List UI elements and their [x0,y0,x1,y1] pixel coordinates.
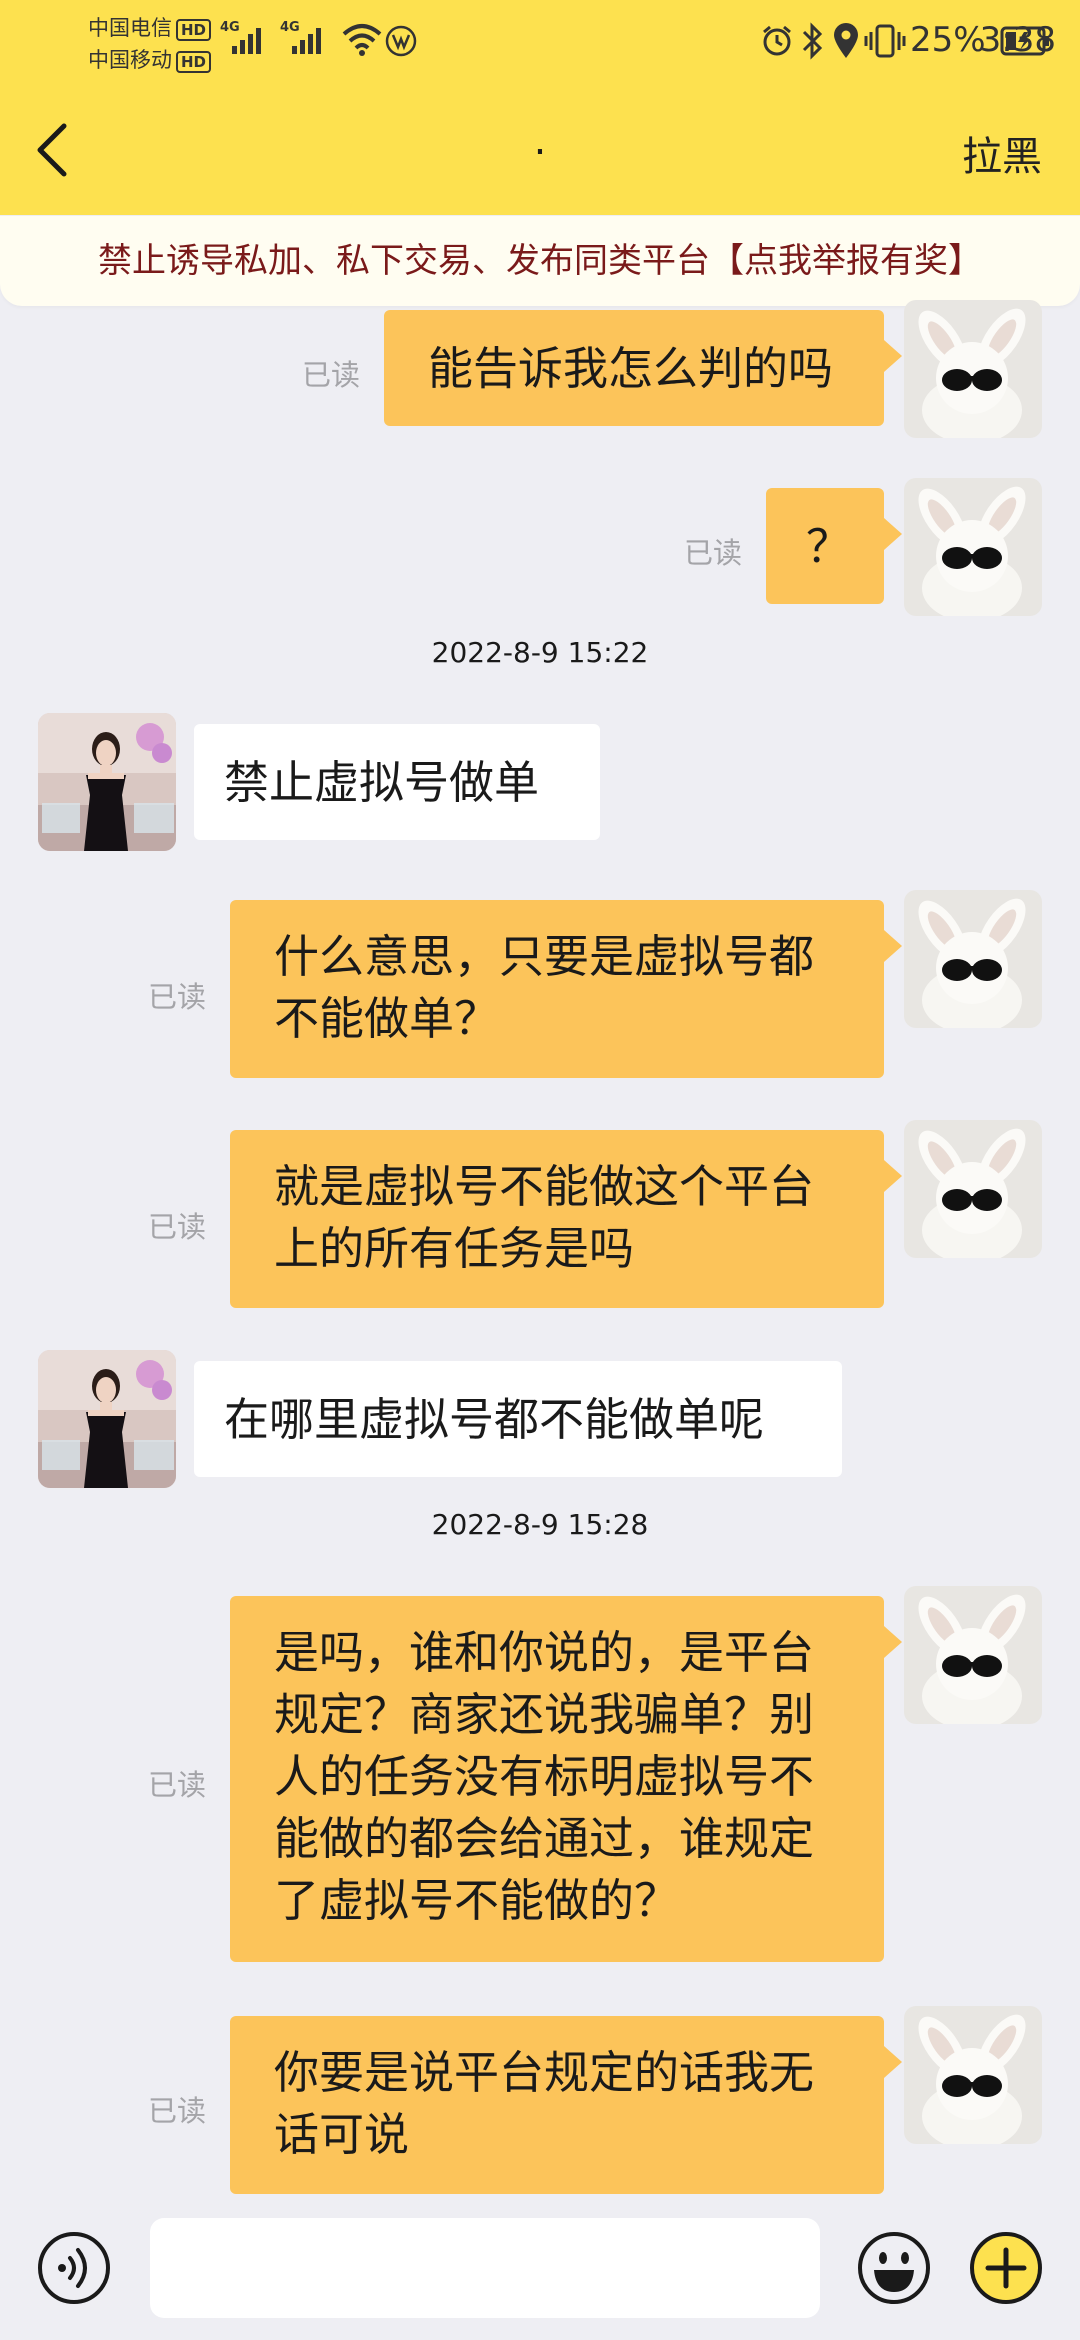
plus-icon [970,2232,1042,2304]
alarm-icon [763,25,791,56]
nav-bar: . 拉黑 [0,100,1080,200]
emoji-button[interactable] [856,2230,932,2306]
location-icon [834,23,858,58]
page-title: . [533,118,547,164]
message-bubble-sent[interactable]: 什么意思，只要是虚拟号都 不能做单？ [230,900,902,1078]
wifi-icon [342,24,382,56]
signal-1-icon: 4G [220,20,270,60]
battery-percent: 25% [910,20,986,60]
timestamp: 2022-8-9 15:28 [431,1508,649,1541]
clock: 3:38 [979,20,1056,60]
read-status: 已读 [148,980,207,1014]
input-bar [0,2200,1080,2340]
message-bubble-received[interactable]: 禁止虚拟号做单 [194,724,600,840]
message-bubble-sent[interactable]: ？ [766,488,902,604]
message-bubble-sent[interactable]: 是吗，谁和你说的，是平台 规定？商家还说我骗单？别 人的任务没有标明虚拟号不 能… [230,1596,902,1962]
contact-avatar[interactable] [38,1350,176,1488]
emoji-icon [858,2232,930,2304]
read-status: 已读 [148,2094,207,2128]
bluetooth-icon [802,22,823,60]
block-button[interactable]: 拉黑 [962,124,1042,182]
read-status: 已读 [302,358,361,392]
read-status: 已读 [148,1768,207,1802]
my-avatar[interactable] [904,890,1042,1028]
signal-2-icon: 4G [280,20,330,60]
read-status: 已读 [148,1210,207,1244]
contact-avatar[interactable] [38,713,176,851]
voice-button[interactable] [36,2230,112,2306]
carrier-1: 中国电信 HD [88,12,212,42]
hotspot-icon [385,25,417,57]
status-bar: 中国电信 HD 中国移动 HD 4G 4G 25% 3:38 [0,0,1080,84]
my-avatar[interactable] [904,478,1042,616]
my-avatar[interactable] [904,1586,1042,1724]
read-status: 已读 [684,536,743,570]
report-notice[interactable]: 禁止诱导私加、私下交易、发布同类平台【点我举报有奖】 [0,216,1080,306]
header: 中国电信 HD 中国移动 HD 4G 4G 25% 3:38 . 拉黑 [0,0,1080,215]
message-input[interactable] [150,2218,820,2318]
my-avatar[interactable] [904,1120,1042,1258]
carrier-2: 中国移动 HD [88,44,212,74]
vibrate-icon [864,24,906,58]
message-bubble-sent[interactable]: 能告诉我怎么判的吗 [384,310,902,426]
add-button[interactable] [968,2230,1044,2306]
voice-icon [38,2232,110,2304]
message-bubble-sent[interactable]: 就是虚拟号不能做这个平台 上的所有任务是吗 [230,1130,902,1308]
message-bubble-sent[interactable]: 你要是说平台规定的话我无 话可说 [230,2016,902,2194]
my-avatar[interactable] [904,2006,1042,2144]
my-avatar[interactable] [904,300,1042,438]
message-bubble-received[interactable]: 在哪里虚拟号都不能做单呢 [194,1361,842,1477]
chat-screen: 中国电信 HD 中国移动 HD 4G 4G 25% 3:38 . 拉黑 禁止诱导… [0,0,1080,2340]
timestamp: 2022-8-9 15:22 [431,636,649,669]
